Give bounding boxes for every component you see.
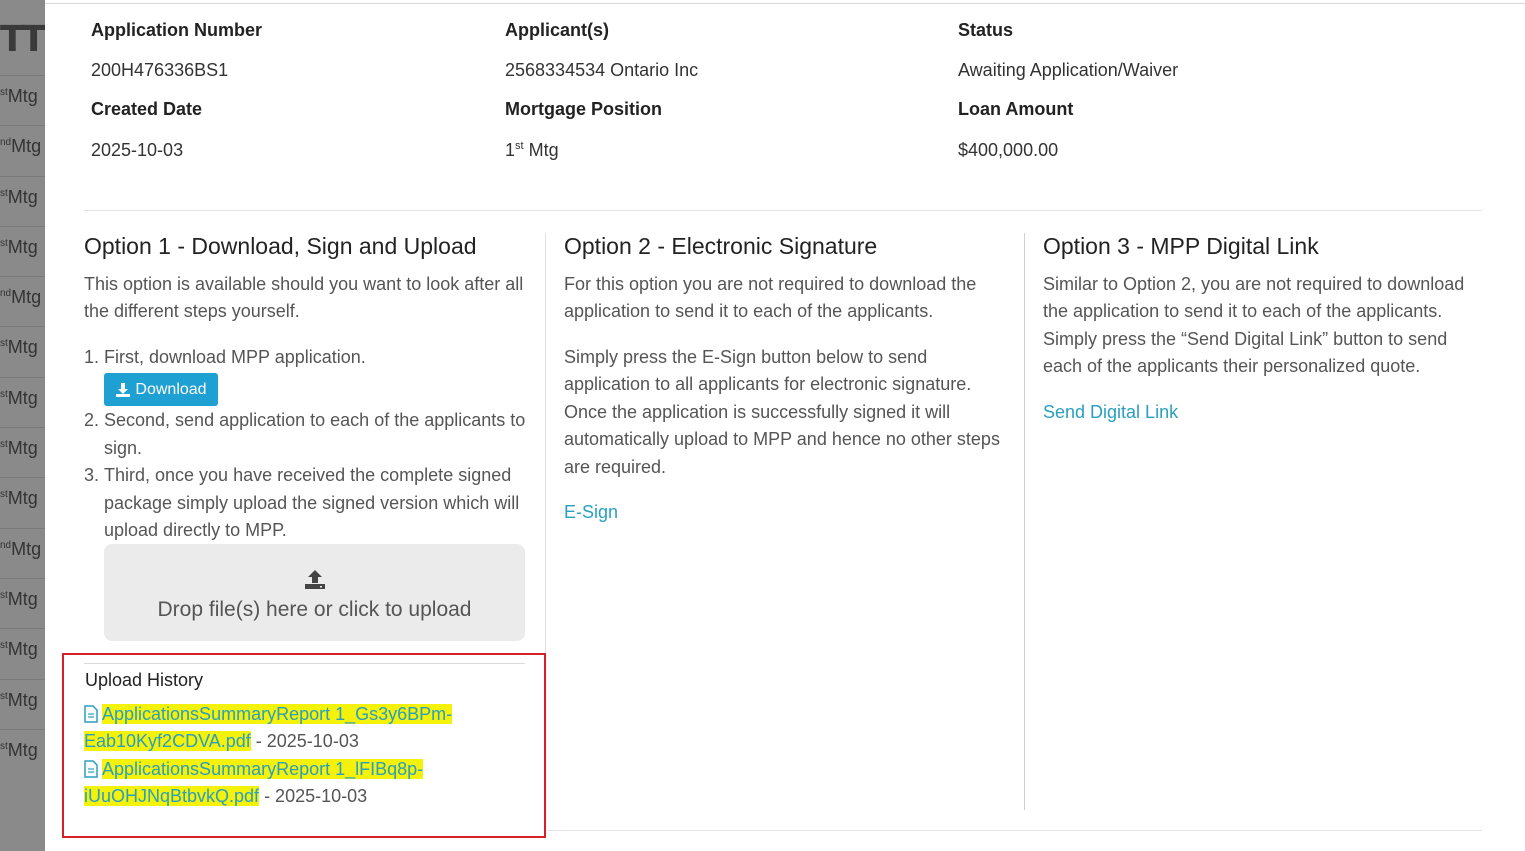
status-value: Awaiting Application/Waiver	[958, 60, 1179, 80]
upload-history-annotation-box	[62, 653, 546, 838]
mortgage-position-label: Mortgage Position	[505, 99, 662, 119]
option2-description: For this option you are not required to …	[564, 274, 977, 322]
background-row-text: Mtg	[11, 287, 42, 308]
background-row-suffix: st	[0, 388, 8, 400]
background-row: ndMtg	[0, 125, 45, 175]
background-row: stMtg	[0, 376, 45, 427]
column-separator-1	[545, 233, 546, 653]
background-row-text: Mtg	[7, 588, 38, 609]
mortgage-position-value: 1st Mtg	[505, 140, 559, 161]
option3-description: Similar to Option 2, you are not require…	[1043, 274, 1465, 377]
mortgage-position-text: Mtg	[523, 140, 559, 160]
background-row: stMtg	[0, 477, 45, 527]
background-row-suffix: st	[0, 690, 8, 702]
background-row-suffix: st	[0, 489, 8, 501]
created-date-value: 2025-10-03	[91, 140, 184, 160]
step-2-number: 2.	[84, 410, 100, 431]
file-dropzone[interactable]: Drop file(s) here or click to upload	[104, 544, 525, 641]
background-row-text: Mtg	[7, 689, 38, 710]
applicants-label: Applicant(s)	[505, 20, 610, 40]
background-row: stMtg	[0, 175, 45, 226]
step-1-number: 1.	[84, 347, 100, 367]
background-row-text: Mtg	[7, 488, 38, 509]
background-row: stMtg	[0, 427, 45, 477]
step-3-number: 3.	[84, 465, 100, 486]
background-row-text: Mtg	[7, 438, 38, 459]
application-number-value: 200H476336BS1	[91, 60, 229, 80]
background-row-text: Mtg	[11, 538, 42, 559]
background-row: stMtg	[0, 728, 45, 779]
background-row-text: Mtg	[7, 639, 38, 660]
modal-top-border	[45, 3, 1525, 4]
background-row-suffix: st	[0, 338, 8, 350]
step-1-text: First, download MPP application.	[104, 347, 366, 367]
summary-divider	[84, 210, 1482, 211]
option1-title: Option 1 - Download, Sign and Upload	[84, 233, 477, 259]
upload-icon	[305, 570, 325, 589]
background-row: stMtg	[0, 678, 45, 729]
download-button-label: Download	[135, 380, 207, 398]
step-3-text: Third, once you have received the comple…	[104, 465, 520, 541]
background-row-text: Mtg	[7, 86, 38, 106]
application-number-label: Application Number	[91, 20, 263, 40]
download-icon	[116, 382, 131, 397]
background-row-suffix: st	[0, 87, 8, 98]
background-rows: stMtg ndMtg stMtg stMtg ndMtg stMtg stMtg stMtg…	[0, 75, 45, 779]
logo: TT	[0, 19, 45, 60]
dropzone-label: Drop file(s) here or click to upload	[157, 598, 472, 621]
loan-amount-value: $400,000.00	[958, 140, 1059, 160]
background-row-suffix: nd	[0, 539, 12, 551]
option2-instructions: Simply press the E-Sign button below to …	[564, 347, 1000, 477]
background-row: stMtg	[0, 75, 45, 125]
step-2: 2. Second, send application to each of t…	[84, 407, 529, 462]
mortgage-position-number: 1	[505, 140, 516, 160]
option1-description: This option is available should you want…	[84, 274, 524, 322]
step-3: 3. Third, once you have received the com…	[84, 462, 529, 544]
loan-amount-label: Loan Amount	[958, 99, 1074, 119]
background-row-suffix: st	[0, 439, 8, 451]
background-list-strip: TT stMtg ndMtg stMtg stMtg ndMtg stMtg stMtg st…	[0, 0, 45, 851]
background-row-suffix: st	[0, 640, 8, 652]
column-separator-2	[1024, 233, 1025, 810]
background-row-suffix: st	[0, 589, 8, 601]
esign-link[interactable]: E-Sign	[564, 502, 618, 523]
background-row-suffix: st	[0, 187, 8, 199]
background-row: stMtg	[0, 326, 45, 376]
background-row: stMtg	[0, 577, 45, 628]
background-row: ndMtg	[0, 527, 45, 578]
background-row-text: Mtg	[7, 739, 38, 760]
background-row-text: Mtg	[7, 337, 38, 358]
background-row-suffix: st	[0, 740, 8, 752]
bottom-divider	[547, 830, 1482, 831]
application-modal: TT stMtg ndMtg stMtg stMtg ndMtg stMtg stMtg st…	[0, 0, 1525, 851]
background-row: stMtg	[0, 225, 45, 276]
step-2-text: Second, send application to each of the …	[104, 410, 526, 458]
background-row-suffix: nd	[0, 137, 12, 149]
background-row-text: Mtg	[11, 136, 42, 157]
background-row-text: Mtg	[7, 387, 38, 408]
background-row: stMtg	[0, 628, 45, 678]
created-date-label: Created Date	[91, 99, 203, 119]
send-digital-link[interactable]: Send Digital Link	[1043, 402, 1178, 423]
background-row-text: Mtg	[7, 236, 38, 257]
step-1: 1. First, download MPP application.	[84, 344, 529, 371]
option2-title: Option 2 - Electronic Signature	[564, 233, 878, 259]
download-button[interactable]: Download	[104, 373, 218, 406]
applicants-value: 2568334534 Ontario Inc	[505, 60, 699, 80]
background-row-suffix: nd	[0, 288, 12, 300]
background-row-text: Mtg	[7, 186, 38, 207]
mortgage-position-suffix: st	[515, 140, 524, 152]
background-row: ndMtg	[0, 276, 45, 326]
status-label: Status	[958, 20, 1014, 40]
option3-title: Option 3 - MPP Digital Link	[1043, 233, 1319, 259]
background-row-suffix: st	[0, 237, 8, 249]
